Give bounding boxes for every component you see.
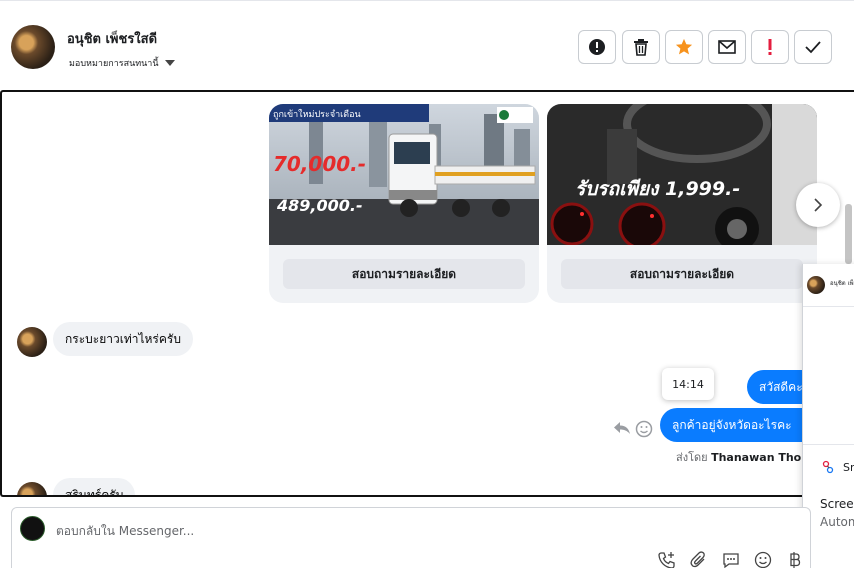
contact-avatar[interactable]: [17, 482, 47, 495]
baht-icon: [790, 552, 801, 568]
sent-by-prefix: ส่งโดย: [676, 451, 708, 464]
inquire-button[interactable]: สอบถามรายละเอียด: [283, 259, 525, 289]
caret-down-icon: [164, 60, 175, 66]
product-image-interior[interactable]: รับรถเพียง 1,999.-: [547, 104, 817, 245]
add-call-button[interactable]: [657, 550, 677, 568]
message-bubble-incoming[interactable]: สุรินทร์ครับ: [53, 478, 136, 495]
brand-logo: [499, 110, 509, 120]
smiley-icon: [754, 551, 772, 568]
message-bubble-outgoing[interactable]: ลูกค้าอยู่จังหวัดอะไรคะ: [660, 408, 822, 442]
panel-item-label[interactable]: Sn: [843, 461, 854, 474]
inquire-button[interactable]: สอบถามรายละเอียด: [561, 259, 803, 289]
panel-divider: [803, 444, 854, 445]
conversation-header: อนุชิต เพ็ชรใสดี มอบหมายการสนทนานี้: [0, 0, 854, 90]
panel-avatar: [807, 276, 825, 294]
conversation-scrollbar[interactable]: [845, 204, 852, 264]
saved-replies-button[interactable]: [721, 550, 741, 568]
emoji-button[interactable]: [753, 550, 773, 568]
mark-done-button[interactable]: [794, 30, 832, 64]
product-card: ถูกเข้าใหม่ประจำเดือน 70,000.- 489,000.-…: [269, 104, 539, 303]
attach-file-button[interactable]: [689, 550, 709, 568]
reply-icon[interactable]: [613, 420, 631, 436]
panel-name: อนุชิต เพ็: [830, 280, 854, 287]
message-bubble-incoming[interactable]: กระบะยาวเท่าไหร่ครับ: [53, 322, 193, 356]
sender-name: Thanawan Thon: [711, 451, 810, 464]
snippet-icon: [822, 460, 834, 474]
chat-dots-icon: [723, 553, 739, 568]
phone-plus-icon: [658, 552, 675, 568]
delete-button[interactable]: [622, 30, 660, 64]
product-card: รับรถเพียง 1,999.- สอบถามรายละเอียด: [547, 104, 817, 303]
exclamation-icon: [768, 39, 772, 55]
price-main-text: 489,000.-: [276, 196, 363, 215]
star-button[interactable]: [665, 30, 703, 64]
banner-text: ถูกเข้าใหม่ประจำเดือน: [273, 109, 361, 120]
sent-by-label: ส่งโดย Thanawan Thon: [676, 448, 809, 466]
panel-divider: [803, 306, 854, 307]
conversation-pane[interactable]: ถูกเข้าใหม่ประจำเดือน 70,000.- 489,000.-…: [0, 90, 854, 497]
product-image-truck[interactable]: ถูกเข้าใหม่ประจำเดือน 70,000.- 489,000.-: [269, 104, 539, 245]
mark-unread-button[interactable]: [708, 30, 746, 64]
contact-avatar[interactable]: [11, 25, 55, 69]
contact-name[interactable]: อนุชิต เพ็ชรใสดี: [67, 28, 157, 49]
reaction-smiley-icon[interactable]: [635, 420, 653, 438]
panel-line-1: Screen: [820, 497, 854, 511]
assign-conversation-dropdown[interactable]: มอบหมายการสนทนานี้: [69, 56, 175, 70]
assign-label: มอบหมายการสนทนานี้: [69, 59, 159, 69]
reply-input[interactable]: ตอบกลับใน Messenger...: [56, 522, 194, 541]
price-tag-text: 70,000.-: [273, 152, 366, 176]
page-avatar: [20, 516, 45, 541]
payment-button[interactable]: [785, 550, 805, 568]
check-icon: [805, 41, 821, 54]
chevron-right-icon: [814, 198, 823, 212]
reply-composer[interactable]: ตอบกลับใน Messenger...: [11, 507, 811, 568]
price-text: รับรถเพียง 1,999.-: [575, 178, 740, 200]
timestamp-tooltip: 14:14: [662, 368, 714, 400]
mail-icon: [718, 40, 736, 54]
report-button[interactable]: [578, 30, 616, 64]
carousel-next-button[interactable]: [796, 183, 840, 227]
trash-icon: [634, 39, 648, 56]
alert-circle-icon: [589, 39, 605, 55]
star-icon: [675, 38, 693, 55]
paperclip-icon: [690, 551, 705, 568]
contact-avatar[interactable]: [17, 327, 47, 357]
priority-button[interactable]: [751, 30, 789, 64]
panel-line-2: Autom: [820, 515, 854, 529]
